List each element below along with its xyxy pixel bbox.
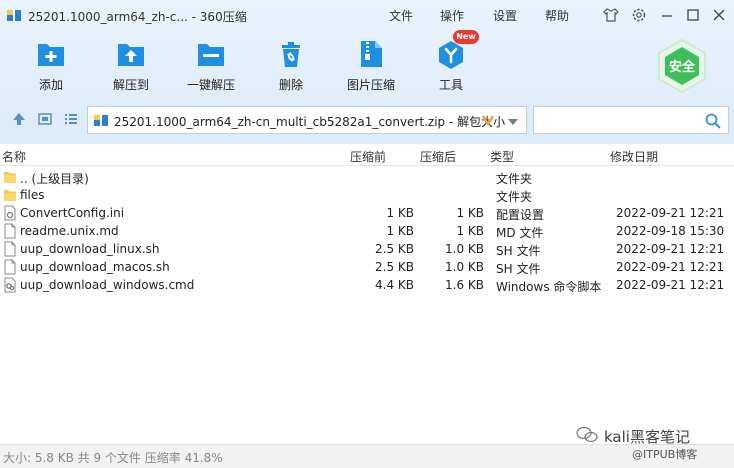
thumbnail-view-icon[interactable]	[36, 110, 54, 128]
file-name: files	[20, 188, 45, 202]
address-bar[interactable]: 25201.1000_arm64_zh-cn_multi_cb5282a1_co…	[87, 106, 527, 134]
file-row[interactable]: uup_download_windows.cmd 4.4 KB 1.6 KB Wind…	[0, 276, 734, 294]
zip-archive-icon	[93, 112, 109, 128]
image-compress-label: 图片压缩	[346, 78, 395, 92]
file-modified: 2022-09-21 12:21	[616, 260, 725, 274]
up-arrow-icon[interactable]	[10, 110, 28, 128]
file-packed-size: 2.5 KB	[375, 260, 414, 274]
file-name: uup_download_linux.sh	[20, 242, 160, 256]
file-row[interactable]: uup_download_linux.sh 2.5 KB 1.0 KB SH 文件 20…	[0, 240, 734, 258]
menu-help[interactable]: 帮助	[545, 7, 569, 24]
extract-to-icon	[115, 38, 147, 70]
file-modified: 2022-09-21 12:21	[616, 278, 725, 292]
file-name: readme.unix.md	[20, 224, 119, 238]
minimize-icon[interactable]	[657, 5, 677, 25]
search-box[interactable]	[533, 106, 729, 134]
extract-to-label: 解压到	[112, 78, 149, 92]
file-compressed-size: 1.0 KB	[445, 260, 484, 274]
file-compressed-size: 1 KB	[456, 224, 484, 238]
menu-operation[interactable]: 操作	[440, 7, 464, 24]
list-view-icon[interactable]	[62, 110, 80, 128]
file-packed-size: 1 KB	[386, 224, 414, 238]
security-shield-badge[interactable]: 安全	[654, 38, 710, 94]
folder-icon	[3, 169, 17, 185]
archive-path: 25201.1000_arm64_zh-cn_multi_cb5282a1_co…	[114, 115, 506, 129]
file-type: MD 文件	[496, 226, 544, 240]
file-packed-size: 1 KB	[386, 206, 414, 220]
one-click-extract-button[interactable]: 一键解压	[171, 38, 251, 98]
status-bar: 大小: 5.8 KB 共 9 个文件 压缩率 41.8%	[0, 444, 734, 468]
one-click-extract-label: 一键解压	[186, 78, 235, 92]
one-click-extract-icon	[195, 38, 227, 70]
file-packed-size: 2.5 KB	[375, 242, 414, 256]
column-header: 名称 压缩前 压缩后 类型 修改日期	[0, 144, 734, 166]
document-icon	[3, 259, 17, 275]
file-type: SH 文件	[496, 244, 541, 258]
file-row[interactable]: uup_download_macos.sh 2.5 KB 1.0 KB SH 文件 20…	[0, 258, 734, 276]
status-text: 大小: 5.8 KB 共 9 个文件 压缩率 41.8%	[3, 451, 223, 465]
title-bar: 25201.1000_arm64_zh-c... - 360压缩 文件 操作 设…	[0, 0, 734, 30]
file-name: ConvertConfig.ini	[20, 206, 125, 220]
col-name[interactable]: 名称	[2, 148, 26, 165]
menu-file[interactable]: 文件	[389, 7, 413, 24]
watermark-text: kali黑客笔记	[604, 428, 690, 446]
image-compress-icon	[355, 38, 387, 70]
new-badge: New	[453, 30, 479, 44]
search-icon[interactable]	[704, 112, 722, 130]
file-name: uup_download_windows.cmd	[20, 278, 195, 292]
watermark-subtext: @ITPUB博客	[632, 448, 698, 461]
add-button[interactable]: 添加	[11, 38, 91, 98]
file-row[interactable]: files 文件夹	[0, 186, 734, 204]
file-packed-size: 4.4 KB	[375, 278, 414, 292]
image-compress-button[interactable]: 图片压缩	[331, 38, 411, 98]
config-file-icon	[3, 205, 17, 221]
extract-to-button[interactable]: 解压到	[91, 38, 171, 98]
col-packed[interactable]: 压缩前	[350, 148, 386, 165]
file-type: 文件夹	[496, 190, 533, 204]
file-type: Windows 命令脚本	[496, 280, 602, 294]
file-name: uup_download_macos.sh	[20, 260, 170, 274]
script-file-icon	[3, 277, 17, 293]
document-icon	[3, 223, 17, 239]
file-row[interactable]: readme.unix.md 1 KB 1 KB MD 文件 2022-09-18 15…	[0, 222, 734, 240]
wechat-logo-icon	[576, 426, 598, 444]
col-compressed[interactable]: 压缩后	[420, 148, 456, 165]
file-modified: 2022-09-18 15:30	[616, 224, 725, 238]
col-modified[interactable]: 修改日期	[610, 148, 658, 165]
delete-icon	[275, 38, 307, 70]
add-icon	[35, 38, 67, 70]
file-row[interactable]: .. (上级目录) 文件夹	[0, 168, 734, 186]
add-label: 添加	[38, 78, 63, 92]
close-icon[interactable]	[709, 5, 729, 25]
document-icon	[3, 241, 17, 257]
delete-label: 删除	[278, 78, 303, 92]
file-compressed-size: 1.6 KB	[445, 278, 484, 292]
file-name: .. (上级目录)	[20, 172, 89, 186]
file-type: 配置设置	[496, 208, 545, 222]
file-modified: 2022-09-21 12:21	[616, 206, 725, 220]
unpack-size-chevron-icon[interactable]	[480, 112, 496, 128]
file-type: SH 文件	[496, 262, 541, 276]
file-compressed-size: 1 KB	[456, 206, 484, 220]
maximize-icon[interactable]	[683, 5, 703, 25]
file-modified: 2022-09-21 12:21	[616, 242, 725, 256]
file-row[interactable]: ConvertConfig.ini 1 KB 1 KB 配置设置 2022-09-21 …	[0, 204, 734, 222]
col-type[interactable]: 类型	[490, 148, 514, 165]
window-title: 25201.1000_arm64_zh-c... - 360压缩	[28, 10, 247, 24]
app-logo-icon	[6, 7, 22, 23]
settings-gear-icon[interactable]	[629, 5, 649, 25]
tools-label: 工具	[438, 78, 463, 92]
skin-shirt-icon[interactable]	[601, 5, 621, 25]
folder-icon	[3, 187, 17, 203]
file-compressed-size: 1.0 KB	[445, 242, 484, 256]
file-type: 文件夹	[496, 172, 533, 186]
safe-label: 安全	[669, 59, 696, 75]
menu-settings[interactable]: 设置	[493, 7, 517, 24]
dropdown-arrow-icon[interactable]	[507, 116, 519, 126]
delete-button[interactable]: 删除	[251, 38, 331, 98]
tools-button[interactable]: 工具	[411, 38, 491, 98]
